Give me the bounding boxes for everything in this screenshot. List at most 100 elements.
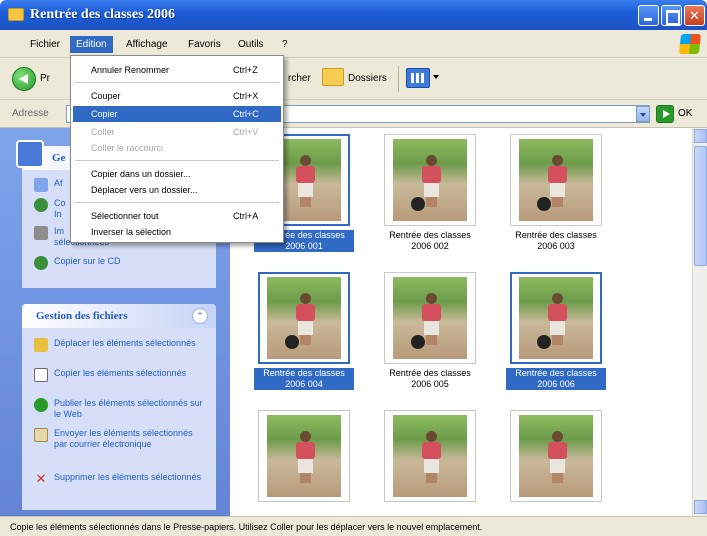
menu-separator	[75, 202, 279, 203]
thumbnail-item[interactable]: Rentrée des classes 2006 006	[504, 268, 608, 396]
menu-item-cut[interactable]: Couper Ctrl+X	[73, 88, 281, 104]
scrollbar-thumb[interactable]	[694, 146, 707, 266]
menu-help[interactable]: ?	[276, 36, 294, 53]
task-label: Déplacer les éléments sélectionnés	[54, 338, 196, 348]
thumbnail-item[interactable]: Rentrée des classes 2006 004	[252, 268, 356, 396]
thumbnail-item[interactable]	[252, 406, 356, 516]
status-bar: Copie les éléments sélectionnés dans le …	[0, 516, 707, 536]
menu-item-shortcut: Ctrl+V	[233, 127, 259, 137]
task-label: Envoyer les éléments sélectionnés par co…	[54, 428, 193, 449]
scroll-down-arrow-icon[interactable]	[694, 500, 707, 514]
address-label: Adresse	[12, 108, 49, 119]
thumbnail-frame	[384, 410, 476, 502]
vertical-scrollbar[interactable]	[692, 128, 707, 516]
cd-icon	[34, 256, 48, 270]
menu-item-paste: Coller Ctrl+V	[73, 124, 281, 140]
address-dropdown-button[interactable]	[636, 106, 650, 122]
edit-menu-dropdown: Annuler Renommer Ctrl+Z Couper Ctrl+X Copi…	[70, 55, 284, 243]
menu-favoris[interactable]: Favoris	[182, 36, 227, 53]
windows-logo-icon	[678, 34, 702, 54]
photo-thumbnail	[519, 277, 593, 359]
close-button[interactable]: ✕	[684, 5, 705, 26]
menu-item-label: Couper	[91, 91, 121, 101]
menu-item-invert-selection[interactable]: Inverser la sélection	[73, 224, 281, 240]
folder-icon	[8, 8, 24, 21]
photo-thumbnail	[267, 415, 341, 497]
window-title: Rentrée des classes 2006	[30, 7, 176, 22]
minimize-button[interactable]	[638, 5, 659, 26]
task-label: Publier les éléments sélectionnés sur le…	[54, 398, 203, 419]
menu-fichier[interactable]: Fichier	[24, 36, 66, 53]
menu-separator	[75, 82, 279, 83]
menu-item-label: Copier	[91, 109, 118, 119]
menu-bar: Fichier Edition Affichage Favoris Outils…	[0, 30, 707, 58]
menu-outils[interactable]: Outils	[232, 36, 270, 53]
task-label: Supprimer les éléments sélectionnés	[54, 472, 202, 482]
thumbnail-item[interactable]: Rentrée des classes 2006 005	[378, 268, 482, 396]
thumbnail-caption: Rentrée des classes 2006 006	[506, 368, 606, 390]
menu-item-paste-shortcut: Coller le raccourci	[73, 140, 281, 156]
thumbnail-item[interactable]	[378, 406, 482, 516]
title-bar[interactable]: Rentrée des classes 2006 ✕	[0, 0, 707, 30]
thumbnail-item[interactable]: Rentrée des classes 2006 003	[504, 130, 608, 258]
menu-item-select-all[interactable]: Sélectionner tout Ctrl+A	[73, 208, 281, 224]
maximize-button[interactable]	[661, 5, 682, 26]
menu-edition[interactable]: Edition	[70, 36, 113, 53]
collapse-chevron-icon[interactable]: ⌃	[192, 308, 208, 324]
photo-thumbnail	[393, 415, 467, 497]
menu-item-move-to-folder[interactable]: Déplacer vers un dossier...	[73, 182, 281, 198]
web-globe-icon	[34, 398, 48, 412]
go-button-label[interactable]: OK	[678, 108, 692, 119]
thumbnail-item[interactable]: Rentrée des classes 2006 002	[378, 130, 482, 258]
slideshow-icon	[34, 178, 48, 192]
thumbnail-frame	[258, 410, 350, 502]
menu-affichage[interactable]: Affichage	[120, 36, 174, 53]
globe-icon	[34, 198, 48, 212]
views-icon[interactable]	[406, 68, 430, 88]
menu-item-label: Sélectionner tout	[91, 211, 159, 221]
photo-thumbnail	[519, 139, 593, 221]
back-button-label[interactable]: Pr	[40, 73, 50, 84]
envelope-icon	[34, 428, 48, 442]
menu-item-undo-rename[interactable]: Annuler Renommer Ctrl+Z	[73, 62, 281, 78]
thumbnail-frame	[258, 272, 350, 364]
menu-separator	[75, 160, 279, 161]
folders-button-label[interactable]: Dossiers	[348, 73, 387, 84]
thumbnail-view: Rentrée des classes 2006 001 Rentrée des…	[230, 128, 692, 516]
menu-item-copy[interactable]: Copier Ctrl+C	[73, 106, 281, 122]
go-arrow-icon[interactable]	[656, 105, 674, 123]
file-tasks-panel: Gestion des fichiers ⌃ Déplacer les élém…	[22, 304, 216, 510]
file-tasks-title: Gestion des fichiers	[36, 310, 128, 322]
picture-tasks-title: Ge	[52, 152, 66, 164]
move-folder-icon	[34, 338, 48, 352]
menu-item-label: Coller le raccourci	[91, 143, 164, 153]
scroll-up-arrow-icon[interactable]	[694, 129, 707, 143]
thumbnail-item[interactable]	[504, 406, 608, 516]
picture-tasks-icon	[16, 140, 44, 168]
photo-thumbnail	[519, 415, 593, 497]
close-icon: ✕	[689, 8, 700, 23]
menu-item-label: Annuler Renommer	[91, 65, 170, 75]
menu-item-shortcut: Ctrl+X	[233, 91, 259, 101]
thumbnail-caption: Rentrée des classes 2006 002	[389, 230, 471, 251]
file-tasks-header[interactable]: Gestion des fichiers ⌃	[22, 304, 216, 328]
folders-icon[interactable]	[322, 68, 344, 86]
copy-document-icon	[34, 368, 48, 382]
thumbnail-caption: Rentrée des classes 2006 003	[515, 230, 597, 251]
printer-icon	[34, 226, 48, 240]
menu-item-label: Déplacer vers un dossier...	[91, 185, 198, 195]
menu-item-shortcut: Ctrl+C	[233, 109, 259, 119]
menu-item-label: Copier dans un dossier...	[91, 169, 191, 179]
photo-thumbnail	[393, 139, 467, 221]
back-arrow-icon[interactable]	[12, 67, 36, 91]
toolbar-separator	[398, 66, 399, 92]
menu-item-copy-to-folder[interactable]: Copier dans un dossier...	[73, 166, 281, 182]
thumbnail-frame	[510, 272, 602, 364]
chevron-down-icon[interactable]	[433, 75, 439, 79]
photo-thumbnail	[393, 277, 467, 359]
delete-x-icon: ✕	[35, 471, 47, 486]
search-button-label[interactable]: rcher	[288, 73, 311, 84]
thumbnail-frame	[384, 272, 476, 364]
thumbnail-caption: Rentrée des classes 2006 005	[389, 368, 471, 389]
photo-thumbnail	[267, 277, 341, 359]
